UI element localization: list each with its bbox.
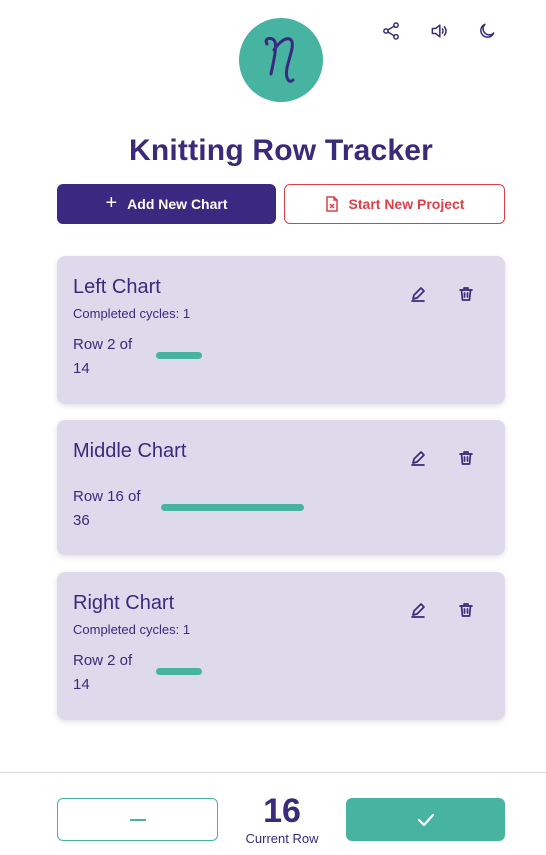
header-toolbar	[380, 20, 498, 42]
file-x-icon	[325, 196, 338, 212]
moon-icon[interactable]	[476, 20, 498, 42]
card-actions	[407, 599, 477, 621]
row-progress-bar	[161, 504, 304, 511]
volume-icon[interactable]	[428, 20, 450, 42]
current-row-label: Current Row	[245, 831, 319, 846]
add-chart-label: Add New Chart	[127, 196, 228, 212]
footer-bar: 16 Current Row	[0, 772, 546, 855]
start-new-project-button[interactable]: Start New Project	[284, 184, 505, 224]
plus-icon: +	[105, 192, 118, 214]
row-progress-bar	[156, 668, 202, 675]
chart-name: Middle Chart	[73, 440, 187, 462]
chart-card-right: Right Chart Completed cycles: 1 Row 2 of…	[57, 572, 505, 720]
row-progress-text: Row 2 of 14	[73, 336, 133, 377]
logo-glyph-icon	[264, 36, 295, 83]
trash-icon[interactable]	[455, 283, 477, 305]
edit-icon[interactable]	[407, 599, 429, 621]
start-new-project-label: Start New Project	[348, 196, 465, 212]
trash-icon[interactable]	[455, 599, 477, 621]
action-row: + Add New Chart Start New Project	[57, 184, 505, 224]
increment-button[interactable]	[346, 798, 505, 841]
completed-cycles: Completed cycles: 1	[73, 622, 191, 637]
edit-icon[interactable]	[407, 283, 429, 305]
completed-cycles: Completed cycles: 1	[73, 306, 191, 321]
row-progress-bar	[156, 352, 202, 359]
card-actions	[407, 447, 477, 469]
check-icon	[417, 813, 434, 826]
card-actions	[407, 283, 477, 305]
app-logo	[239, 18, 323, 102]
minus-icon	[129, 818, 146, 821]
edit-icon[interactable]	[407, 447, 429, 469]
row-progress-text: Row 2 of 14	[73, 652, 133, 693]
chart-name: Left Chart	[73, 276, 161, 298]
add-chart-button[interactable]: + Add New Chart	[57, 184, 276, 224]
chart-name: Right Chart	[73, 592, 175, 614]
chart-card-middle: Middle Chart Row 16 of 36	[57, 420, 505, 555]
page-title: Knitting Row Tracker	[128, 134, 434, 167]
current-row-counter: 16 Current Row	[232, 791, 332, 846]
decrement-button[interactable]	[57, 798, 218, 841]
row-progress-text: Row 16 of 36	[73, 488, 141, 529]
trash-icon[interactable]	[455, 447, 477, 469]
chart-card-left: Left Chart Completed cycles: 1 Row 2 of …	[57, 256, 505, 404]
current-row-value: 16	[263, 792, 301, 830]
share-icon[interactable]	[380, 20, 402, 42]
